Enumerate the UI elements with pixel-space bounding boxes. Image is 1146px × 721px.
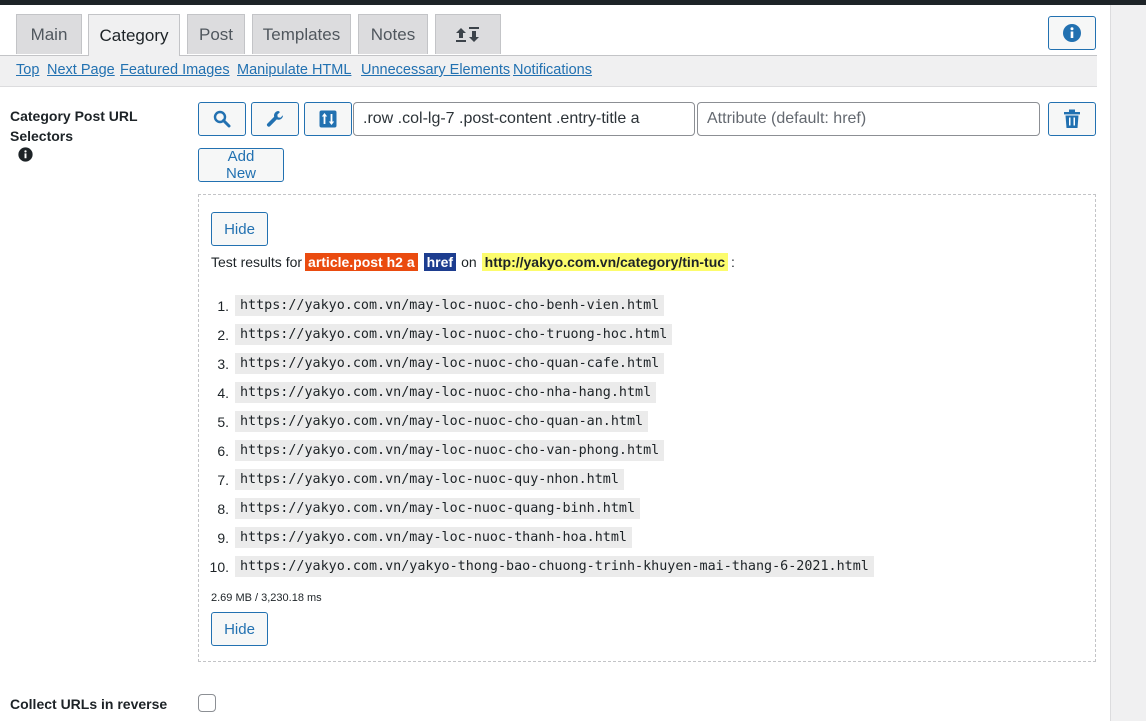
- hide-results-button-top[interactable]: Hide: [211, 212, 268, 246]
- attribute-input[interactable]: [697, 102, 1040, 136]
- result-url: https://yakyo.com.vn/may-loc-nuoc-cho-be…: [235, 295, 665, 316]
- category-post-url-label: Category Post URL Selectors: [10, 108, 138, 144]
- test-results-box: Hide Test results for article.post h2 a …: [198, 194, 1096, 662]
- section-navigation: Top Next Page Featured Images Manipulate…: [0, 56, 1097, 87]
- info-icon[interactable]: [18, 147, 33, 162]
- nav-link-unnecessary-elements[interactable]: Unnecessary Elements: [361, 62, 510, 78]
- result-url: https://yakyo.com.vn/may-loc-nuoc-cho-nh…: [235, 382, 657, 403]
- result-url: https://yakyo.com.vn/may-loc-nuoc-thanh-…: [235, 527, 632, 548]
- result-url: https://yakyo.com.vn/may-loc-nuoc-quy-nh…: [235, 469, 624, 490]
- selector-input[interactable]: [353, 102, 695, 136]
- nav-link-manipulate-html[interactable]: Manipulate HTML: [237, 62, 351, 78]
- result-url: https://yakyo.com.vn/yakyo-thong-bao-chu…: [235, 556, 874, 577]
- sort-button[interactable]: [304, 102, 352, 136]
- result-url: https://yakyo.com.vn/may-loc-nuoc-cho-tr…: [235, 324, 673, 345]
- list-item: 7. https://yakyo.com.vn/may-loc-nuoc-quy-…: [199, 465, 874, 494]
- hide-results-button-bottom[interactable]: Hide: [211, 612, 268, 646]
- list-item: 5. https://yakyo.com.vn/may-loc-nuoc-cho-…: [199, 407, 874, 436]
- tab-bar: Main Category Post Templates Notes: [0, 5, 1097, 56]
- add-new-button[interactable]: Add New: [198, 148, 284, 182]
- tab-main[interactable]: Main: [16, 14, 82, 54]
- tab-category[interactable]: Category: [88, 14, 180, 56]
- nav-link-top[interactable]: Top: [16, 62, 39, 78]
- tested-url-tag: http://yakyo.com.vn/category/tin-tuc: [481, 253, 729, 271]
- attribute-tag: href: [423, 253, 457, 271]
- import-export-icon: [456, 26, 479, 42]
- test-results-heading: Test results for article.post h2 a href …: [211, 253, 735, 271]
- tab-import-export[interactable]: [435, 14, 501, 54]
- info-icon: [1063, 24, 1081, 42]
- tab-post[interactable]: Post: [187, 14, 245, 54]
- wrench-icon: [266, 111, 284, 127]
- result-url: https://yakyo.com.vn/may-loc-nuoc-cho-qu…: [235, 353, 665, 374]
- collect-reverse-checkbox[interactable]: [198, 694, 216, 712]
- search-icon: [213, 110, 231, 128]
- nav-link-next-page[interactable]: Next Page: [47, 62, 115, 78]
- tab-templates[interactable]: Templates: [252, 14, 351, 54]
- list-item: 2. https://yakyo.com.vn/may-loc-nuoc-cho-…: [199, 320, 874, 349]
- selector-tag: article.post h2 a: [305, 253, 418, 271]
- list-item: 6. https://yakyo.com.vn/may-loc-nuoc-cho-…: [199, 436, 874, 465]
- list-item: 4. https://yakyo.com.vn/may-loc-nuoc-cho-…: [199, 378, 874, 407]
- nav-link-featured-images[interactable]: Featured Images: [120, 62, 230, 78]
- list-item: 8. https://yakyo.com.vn/may-loc-nuoc-quan…: [199, 494, 874, 523]
- result-url: https://yakyo.com.vn/may-loc-nuoc-quang-…: [235, 498, 641, 519]
- list-item: 9. https://yakyo.com.vn/may-loc-nuoc-than…: [199, 523, 874, 552]
- collect-reverse-label: Collect URLs in reverse: [10, 696, 168, 712]
- tab-notes[interactable]: Notes: [358, 14, 428, 54]
- options-button[interactable]: [251, 102, 299, 136]
- result-url: https://yakyo.com.vn/may-loc-nuoc-cho-va…: [235, 440, 665, 461]
- help-button[interactable]: [1048, 16, 1096, 50]
- result-url: https://yakyo.com.vn/may-loc-nuoc-cho-qu…: [235, 411, 649, 432]
- nav-link-notifications[interactable]: Notifications: [513, 62, 592, 78]
- sort-icon: [319, 110, 337, 128]
- list-item: 10. https://yakyo.com.vn/yakyo-thong-bao-…: [199, 552, 874, 581]
- scrollbar[interactable]: [1110, 5, 1146, 721]
- list-item: 1. https://yakyo.com.vn/may-loc-nuoc-cho-…: [199, 291, 874, 320]
- list-item: 3. https://yakyo.com.vn/may-loc-nuoc-cho-…: [199, 349, 874, 378]
- remove-selector-button[interactable]: [1048, 102, 1096, 136]
- test-selector-button[interactable]: [198, 102, 246, 136]
- memory-time-stats: 2.69 MB / 3,230.18 ms: [211, 592, 322, 604]
- result-url-list: 1. https://yakyo.com.vn/may-loc-nuoc-cho-…: [199, 291, 874, 581]
- trash-icon: [1064, 109, 1080, 128]
